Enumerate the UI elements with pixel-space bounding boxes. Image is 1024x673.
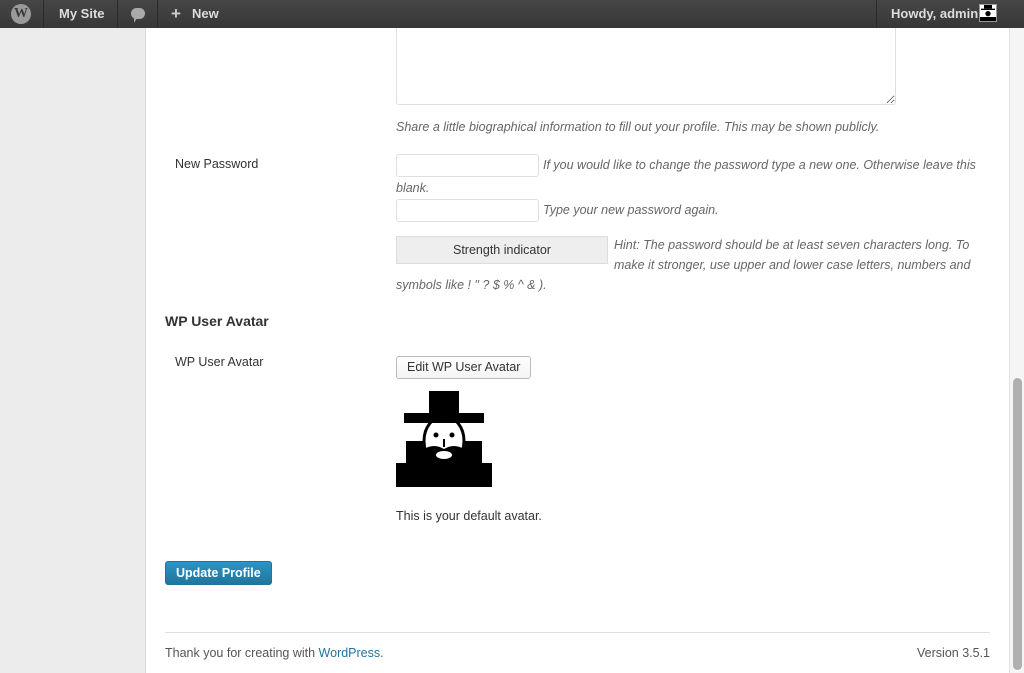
howdy-account-link[interactable]: Howdy, admin: [891, 0, 978, 28]
biographical-info-textarea[interactable]: [396, 20, 896, 105]
new-password-hint: If you would like to change the password…: [543, 158, 976, 172]
avatar-label: WP User Avatar: [175, 355, 264, 369]
admin-bar-separator: [43, 0, 44, 28]
footer-thanks-prefix: Thank you for creating with: [165, 646, 319, 660]
admin-bar-separator: [157, 0, 158, 28]
new-content-link[interactable]: New: [192, 0, 219, 28]
wordpress-link[interactable]: WordPress: [319, 646, 381, 660]
new-password-input[interactable]: [396, 154, 539, 177]
password-hint-line3: symbols like ! " ? $ % ^ & ).: [396, 278, 547, 292]
plus-icon[interactable]: +: [171, 0, 181, 28]
my-site-link[interactable]: My Site: [59, 0, 105, 28]
password-hint-line1: Hint: The password should be at least se…: [614, 238, 970, 252]
new-password-label: New Password: [175, 157, 259, 171]
footer-thanks-suffix: .: [380, 646, 384, 660]
repeat-password-hint: Type your new password again.: [543, 203, 719, 217]
bio-description: Share a little biographical information …: [396, 120, 880, 134]
footer-thanks: Thank you for creating with WordPress.: [165, 646, 384, 660]
page-scrollbar[interactable]: [1009, 28, 1024, 673]
footer: Thank you for creating with WordPress. V…: [165, 632, 990, 670]
update-profile-button[interactable]: Update Profile: [165, 561, 272, 585]
admin-avatar-icon[interactable]: [979, 4, 997, 22]
password-hint-line2: make it stronger, use upper and lower ca…: [614, 258, 971, 272]
password-strength-indicator: Strength indicator: [396, 236, 608, 264]
admin-bar-separator: [876, 0, 877, 28]
profile-content-panel: Share a little biographical information …: [145, 20, 1009, 673]
repeat-password-input[interactable]: [396, 199, 539, 222]
new-password-hint-continued: blank.: [396, 181, 430, 195]
avatar-section-title: WP User Avatar: [165, 313, 269, 329]
default-avatar-caption: This is your default avatar.: [396, 509, 542, 523]
default-avatar-image: [396, 391, 492, 487]
footer-version: Version 3.5.1: [917, 646, 990, 660]
scrollbar-thumb[interactable]: [1013, 378, 1022, 670]
comments-icon[interactable]: [131, 8, 145, 23]
wordpress-logo-icon[interactable]: W: [11, 4, 31, 24]
edit-avatar-button[interactable]: Edit WP User Avatar: [396, 356, 532, 379]
admin-bar: W My Site + New Howdy, admin: [0, 0, 1024, 28]
admin-bar-separator: [117, 0, 118, 28]
